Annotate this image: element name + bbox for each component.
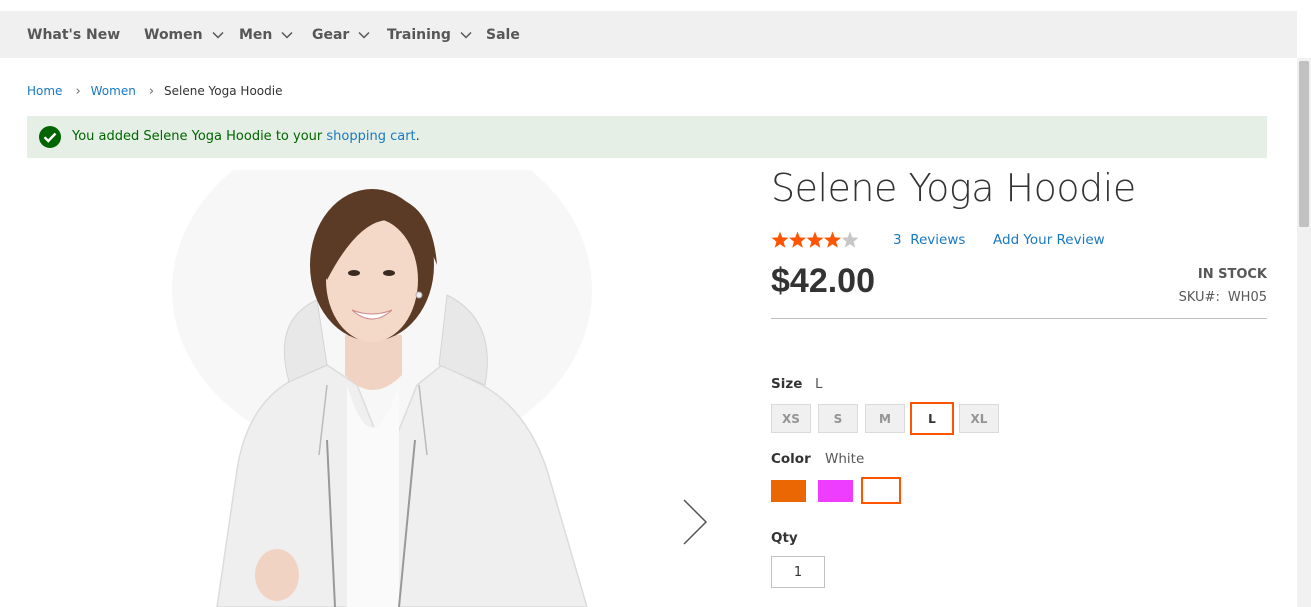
nav-label: Men: [239, 26, 273, 43]
sku-label: SKU#:: [1178, 290, 1220, 305]
product-sku: SKU#: WH05: [1179, 290, 1267, 305]
breadcrumb-home-link[interactable]: Home: [27, 84, 62, 98]
size-swatch-m[interactable]: M: [865, 404, 905, 433]
checkmark-circle-icon: [39, 126, 61, 148]
nav-label: Sale: [486, 26, 520, 43]
color-swatch-orange[interactable]: [771, 480, 806, 502]
nav-label: Training: [387, 26, 451, 43]
sku-value: WH05: [1227, 290, 1267, 305]
nav-label: Women: [144, 26, 203, 43]
nav-item-training[interactable]: Training: [387, 11, 472, 58]
nav-item-sale[interactable]: Sale: [486, 11, 520, 58]
main-navigation: What's New Women Men Gear Training Sale: [0, 11, 1297, 58]
message-text: You added Selene Yoga Hoodie to your sho…: [72, 129, 420, 144]
rating-stars: [771, 231, 859, 248]
color-swatch-white[interactable]: [861, 477, 901, 504]
stock-status: IN STOCK: [1197, 267, 1267, 282]
star-filled-icon: [788, 231, 807, 248]
size-label: Size: [771, 376, 803, 392]
product-gallery: [27, 170, 747, 607]
star-filled-icon: [806, 231, 824, 248]
star-filled-icon: [823, 231, 842, 248]
product-title: Selene Yoga Hoodie: [771, 166, 1136, 210]
gallery-next-arrow-icon[interactable]: [680, 497, 710, 547]
color-label: Color: [771, 451, 811, 467]
nav-label: Gear: [312, 26, 350, 43]
breadcrumb: Home › Women › Selene Yoga Hoodie: [27, 82, 282, 100]
size-swatch-s[interactable]: S: [818, 404, 858, 433]
size-swatch-xs[interactable]: XS: [771, 404, 811, 433]
add-review-link[interactable]: Add Your Review: [993, 232, 1105, 248]
chevron-down-icon: [358, 31, 370, 39]
star-filled-icon: [771, 231, 789, 248]
nav-item-women[interactable]: Women: [144, 11, 224, 58]
qty-input[interactable]: [771, 556, 825, 588]
shopping-cart-link[interactable]: shopping cart: [326, 129, 415, 144]
color-swatch-purple[interactable]: [818, 480, 853, 502]
nav-item-men[interactable]: Men: [239, 11, 293, 58]
chevron-down-icon: [281, 31, 293, 39]
scrollbar-thumb[interactable]: [1299, 61, 1309, 227]
product-image: [172, 170, 592, 607]
success-message: You added Selene Yoga Hoodie to your sho…: [27, 116, 1267, 158]
reviews-count: 3: [893, 232, 902, 248]
chevron-down-icon: [460, 31, 472, 39]
message-text-after: .: [415, 129, 420, 144]
message-text-before: You added Selene Yoga Hoodie to your: [72, 129, 327, 144]
breadcrumb-category-link[interactable]: Women: [91, 84, 136, 98]
size-swatch-xl[interactable]: XL: [959, 404, 999, 433]
breadcrumb-separator-icon: ›: [148, 83, 155, 99]
breadcrumb-separator-icon: ›: [75, 83, 81, 99]
chevron-down-icon: [212, 31, 224, 39]
product-price: $42.00: [771, 262, 875, 300]
reviews-label: Reviews: [910, 232, 966, 248]
divider: [771, 318, 1267, 319]
reviews-link[interactable]: 3 Reviews: [893, 232, 965, 248]
nav-item-whats-new[interactable]: What's New: [27, 11, 120, 58]
size-selected-value: L: [815, 376, 823, 392]
nav-item-gear[interactable]: Gear: [312, 11, 370, 58]
qty-label: Qty: [771, 530, 798, 546]
star-empty-icon: [841, 231, 859, 248]
size-swatch-l[interactable]: L: [910, 402, 954, 435]
breadcrumb-current: Selene Yoga Hoodie: [164, 84, 283, 98]
page-scrollbar[interactable]: [1297, 58, 1311, 607]
nav-label: What's New: [27, 26, 121, 43]
color-selected-value: White: [825, 451, 865, 467]
